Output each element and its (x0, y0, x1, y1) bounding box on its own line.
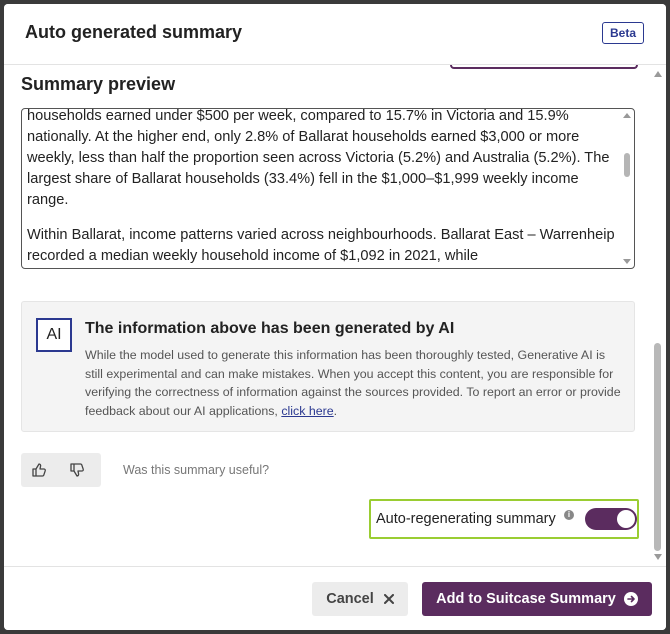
dialog-body[interactable]: Summary preview households earned under … (4, 65, 666, 566)
toggle-knob (617, 510, 635, 528)
ai-notice-end: . (333, 403, 338, 418)
summary-preview-heading: Summary preview (21, 74, 176, 94)
textbox-scroll-thumb[interactable] (624, 153, 630, 177)
thumbs-down-icon[interactable] (69, 462, 87, 480)
auto-regenerate-control: Auto-regenerating summary i (369, 499, 639, 539)
auto-regenerate-label: Auto-regenerating summary (376, 511, 556, 527)
summary-paragraph: households earned under $500 per week, c… (27, 108, 610, 208)
scroll-up-arrow-icon[interactable] (623, 113, 631, 118)
textbox-scrollbar[interactable] (620, 109, 634, 268)
info-icon[interactable]: i (564, 510, 574, 520)
partial-button-edge (450, 65, 638, 69)
dialog-header: Auto generated summary Beta (4, 4, 666, 65)
auto-regenerate-toggle[interactable] (585, 508, 637, 530)
feedback-question: Was this summary useful? (123, 463, 270, 477)
ai-badge-icon: AI (36, 318, 72, 352)
cancel-label: Cancel (326, 591, 374, 607)
close-icon (383, 594, 394, 604)
add-label: Add to Suitcase Summary (436, 591, 616, 607)
summary-preview-textbox[interactable]: households earned under $500 per week, c… (21, 108, 635, 269)
beta-badge: Beta (601, 22, 644, 44)
dialog-footer: Cancel Add to Suitcase Summary (4, 566, 666, 630)
dialog-scrollbar[interactable] (652, 65, 664, 566)
feedback-buttons (21, 453, 101, 487)
thumbs-up-icon[interactable] (31, 462, 49, 480)
add-to-suitcase-button[interactable]: Add to Suitcase Summary (422, 582, 652, 616)
ai-notice-title: The information above has been generated… (85, 320, 455, 337)
cancel-button[interactable]: Cancel (312, 582, 408, 616)
dialog-title: Auto generated summary (25, 22, 243, 42)
scroll-down-arrow-icon[interactable] (654, 554, 662, 560)
feedback-link[interactable]: click here (281, 404, 333, 418)
ai-notice-panel: AI The information above has been genera… (21, 301, 635, 432)
dialog-scroll-thumb[interactable] (654, 343, 661, 551)
arrow-right-circle-icon (623, 592, 638, 606)
scroll-down-arrow-icon[interactable] (623, 259, 631, 264)
auto-summary-dialog: Auto generated summary Beta Summary prev… (4, 4, 666, 630)
summary-preview-content: households earned under $500 per week, c… (27, 108, 615, 268)
ai-notice-body: While the model used to generate this in… (85, 348, 621, 418)
summary-paragraph: Within Ballarat, income patterns varied … (27, 227, 615, 264)
ai-notice-text: While the model used to generate this in… (85, 346, 625, 420)
scroll-up-arrow-icon[interactable] (654, 71, 662, 77)
